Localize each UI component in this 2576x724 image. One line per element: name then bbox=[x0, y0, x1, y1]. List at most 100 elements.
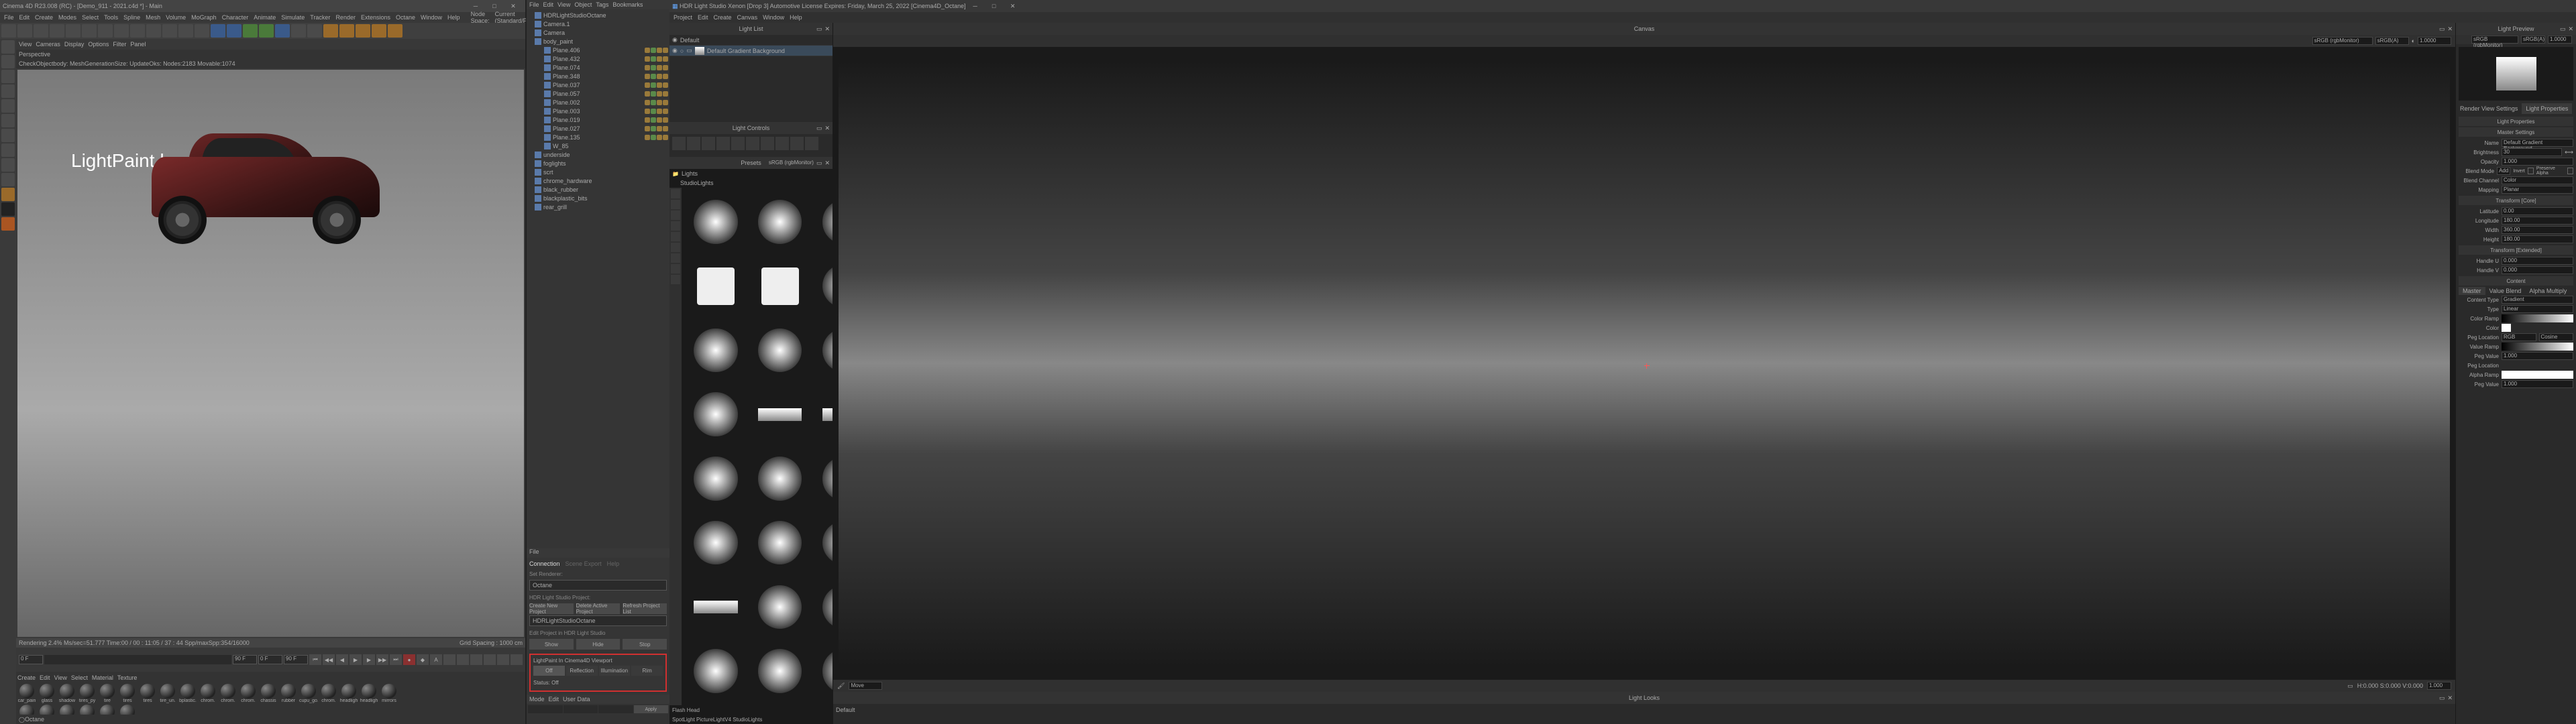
material-chrom.[interactable]: chrom. bbox=[239, 684, 258, 703]
obj-Camera.1[interactable]: Camera.1 bbox=[528, 19, 668, 28]
tl-next-icon[interactable]: ▶ bbox=[363, 654, 375, 665]
tl-end[interactable]: 90 F bbox=[233, 655, 257, 664]
preset-cs[interactable]: sRGB (rgbMonitor) bbox=[769, 160, 814, 167]
preserve-alpha-checkbox[interactable] bbox=[2567, 168, 2573, 174]
show-button[interactable]: Show bbox=[529, 639, 574, 650]
preset-15[interactable] bbox=[749, 319, 812, 382]
snap-icon[interactable] bbox=[1, 143, 15, 157]
preset-sub[interactable]: StudioLights bbox=[680, 180, 714, 186]
tl-first-icon[interactable]: ⏮ bbox=[309, 654, 321, 665]
obj-Plane.135[interactable]: Plane.135 bbox=[528, 133, 668, 141]
hls-menu-canvas[interactable]: Canvas bbox=[737, 14, 758, 21]
preset-23[interactable] bbox=[813, 383, 833, 446]
preset-8[interactable] bbox=[749, 255, 812, 318]
tab-connection[interactable]: Connection bbox=[529, 560, 560, 567]
preset-1[interactable] bbox=[749, 190, 812, 253]
preset-cat[interactable]: Lights bbox=[682, 170, 698, 177]
ll2-opt-icon[interactable]: ▭ bbox=[2439, 695, 2445, 702]
c4d-s2-icon[interactable] bbox=[1, 202, 15, 216]
height-input[interactable]: 180.00 bbox=[2502, 235, 2573, 243]
hls-menu-project[interactable]: Project bbox=[674, 14, 692, 21]
material-tire[interactable]: tire bbox=[98, 684, 117, 703]
texture-mode-icon[interactable] bbox=[1, 55, 15, 68]
preset-14[interactable] bbox=[684, 319, 747, 382]
obj-tags[interactable]: Tags bbox=[596, 1, 608, 8]
lp-illumination-button[interactable]: Illumination bbox=[599, 666, 631, 676]
peg-value-input[interactable]: 1.000 bbox=[2502, 352, 2573, 360]
vp-cameras[interactable]: Cameras bbox=[36, 41, 60, 48]
material-bplastic.[interactable]: bplastic. bbox=[178, 684, 197, 703]
lp-off-button[interactable]: Off bbox=[533, 666, 565, 676]
type-dropdown[interactable]: Linear bbox=[2502, 305, 2573, 313]
polygon-mode-icon[interactable] bbox=[1, 114, 15, 127]
workplane-icon[interactable] bbox=[1, 70, 15, 83]
ll-opt-icon[interactable]: ▭ bbox=[816, 25, 822, 33]
menu-tools[interactable]: Tools bbox=[104, 14, 118, 21]
octane-2-icon[interactable] bbox=[339, 24, 354, 38]
snap-2-icon[interactable] bbox=[1, 158, 15, 172]
move-icon[interactable] bbox=[50, 24, 64, 38]
vp-view[interactable]: View bbox=[19, 41, 32, 48]
obj-chrome_hardware[interactable]: chrome_hardware bbox=[528, 176, 668, 185]
lp-close-icon[interactable]: ✕ bbox=[2568, 25, 2573, 33]
tl-prev-key-icon[interactable]: ◀◀ bbox=[323, 654, 335, 665]
canvas-cs[interactable]: sRGB (rgbMonitor) bbox=[2312, 37, 2373, 45]
preset-51[interactable] bbox=[813, 640, 833, 703]
render-icon[interactable] bbox=[162, 24, 177, 38]
hls-close-icon[interactable]: ✕ bbox=[1004, 1, 1022, 11]
mapping-dropdown[interactable]: Planar bbox=[2502, 186, 2573, 194]
tl-current[interactable]: 0 F bbox=[258, 655, 282, 664]
blendmode-dropdown[interactable]: Add bbox=[2497, 167, 2510, 175]
paint-mode-icon[interactable]: 🖌 bbox=[837, 682, 845, 690]
vp-options[interactable]: Options bbox=[88, 41, 109, 48]
ll-close-icon[interactable]: ✕ bbox=[824, 25, 830, 33]
material-headligh[interactable]: headligh bbox=[339, 684, 358, 703]
name-input[interactable]: Default Gradient Background bbox=[2502, 139, 2573, 147]
obj-black_rubber[interactable]: black_rubber bbox=[528, 185, 668, 194]
lp-rim-button[interactable]: Rim bbox=[631, 666, 663, 676]
axis-mode-icon[interactable] bbox=[1, 129, 15, 142]
tl-opt5-icon[interactable] bbox=[497, 654, 509, 665]
ps-back-icon[interactable] bbox=[671, 200, 680, 209]
lc-b2-icon[interactable] bbox=[775, 137, 789, 150]
preset-49[interactable] bbox=[684, 640, 747, 703]
material-tires_py[interactable]: tires_py bbox=[78, 684, 97, 703]
material-chrom.[interactable]: chrom. bbox=[219, 684, 237, 703]
material-chassis[interactable]: chassis bbox=[259, 684, 278, 703]
ps-search-icon[interactable] bbox=[671, 243, 680, 252]
canvas-fmt[interactable]: sRGB(A) bbox=[2375, 37, 2409, 45]
octane-4-icon[interactable] bbox=[372, 24, 386, 38]
material-car_pain[interactable]: car_pain bbox=[17, 684, 36, 703]
obj-Plane.406[interactable]: Plane.406 bbox=[528, 46, 668, 54]
material-tires[interactable]: tires bbox=[138, 684, 157, 703]
cv-opt-icon[interactable]: ▭ bbox=[2439, 25, 2445, 33]
preset-7[interactable] bbox=[684, 255, 747, 318]
model-mode-icon[interactable] bbox=[1, 40, 15, 54]
coord-mode[interactable]: Mode bbox=[529, 696, 545, 703]
material-shadow[interactable]: shadow bbox=[58, 684, 76, 703]
cv-close-icon[interactable]: ✕ bbox=[2447, 25, 2453, 33]
preset-42[interactable] bbox=[684, 576, 747, 639]
material-tires[interactable]: tires bbox=[118, 684, 137, 703]
tl-opt4-icon[interactable] bbox=[484, 654, 496, 665]
lc-b4-icon[interactable] bbox=[805, 137, 818, 150]
octane-3-icon[interactable] bbox=[356, 24, 370, 38]
hls-menu-edit[interactable]: Edit bbox=[698, 14, 708, 21]
canvas-view[interactable] bbox=[839, 60, 2450, 666]
menu-modes[interactable]: Modes bbox=[58, 14, 76, 21]
ps-filter-icon[interactable] bbox=[671, 264, 680, 274]
obj-Plane.002[interactable]: Plane.002 bbox=[528, 98, 668, 107]
toggle-z-icon[interactable] bbox=[130, 24, 145, 38]
obj-body_paint[interactable]: body_paint bbox=[528, 37, 668, 46]
octane-5-icon[interactable] bbox=[388, 24, 402, 38]
canvas-mode[interactable]: Move bbox=[849, 682, 882, 690]
tl-slider[interactable] bbox=[44, 655, 231, 664]
toggle-y-icon[interactable] bbox=[114, 24, 129, 38]
preset-28[interactable] bbox=[684, 447, 747, 510]
menu-window[interactable]: Window bbox=[421, 14, 442, 21]
menu-spline[interactable]: Spline bbox=[123, 14, 140, 21]
lc-close-icon[interactable]: ✕ bbox=[824, 125, 830, 132]
obj-Camera[interactable]: Camera bbox=[528, 28, 668, 37]
content-tab-alpha[interactable]: Alpha Multiply bbox=[2525, 287, 2571, 295]
tab-light-properties[interactable]: Light Properties bbox=[2522, 103, 2572, 114]
